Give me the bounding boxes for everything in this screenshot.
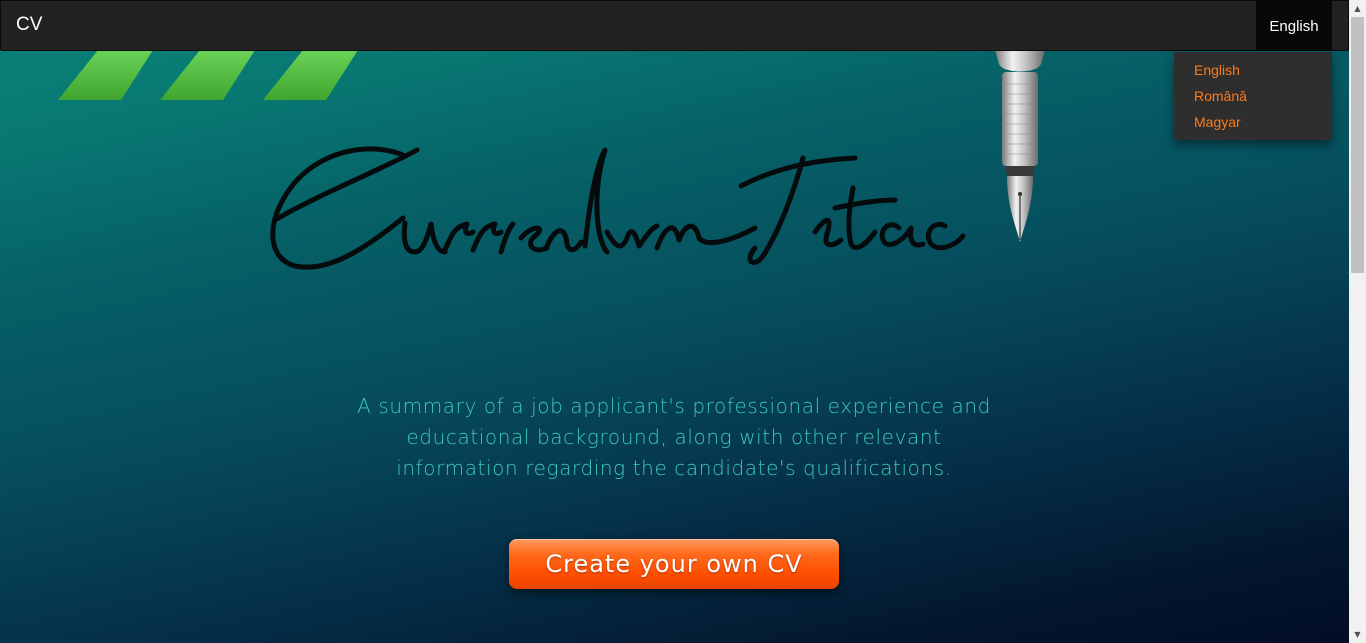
fountain-pen-image — [995, 50, 1045, 242]
summary-line: educational background, along with other… — [406, 425, 942, 449]
language-option-magyar[interactable]: Magyar — [1174, 112, 1332, 138]
language-dropdown-menu: English Română Magyar — [1174, 52, 1332, 140]
top-navbar: CV English — [0, 0, 1349, 51]
summary-line: information regarding the candidate's qu… — [396, 456, 952, 480]
green-stripes-decoration — [58, 50, 358, 100]
language-option-english[interactable]: English — [1174, 60, 1332, 86]
create-cv-button[interactable]: Create your own CV — [509, 539, 839, 589]
scrollbar-thumb[interactable] — [1351, 17, 1364, 273]
page: A summary of a job applicant's professio… — [0, 0, 1349, 643]
cv-description: A summary of a job applicant's professio… — [300, 391, 1048, 484]
vertical-scrollbar[interactable]: ▲ ▼ — [1349, 0, 1366, 643]
arrow-down-icon[interactable]: ▼ — [1349, 626, 1366, 643]
curriculum-vitae-logo — [270, 146, 966, 270]
summary-line: A summary of a job applicant's professio… — [357, 394, 991, 418]
brand-link[interactable]: CV — [16, 14, 42, 36]
language-dropdown-toggle[interactable]: English — [1256, 1, 1332, 51]
arrow-up-icon[interactable]: ▲ — [1349, 0, 1366, 17]
language-option-romana[interactable]: Română — [1174, 86, 1332, 112]
